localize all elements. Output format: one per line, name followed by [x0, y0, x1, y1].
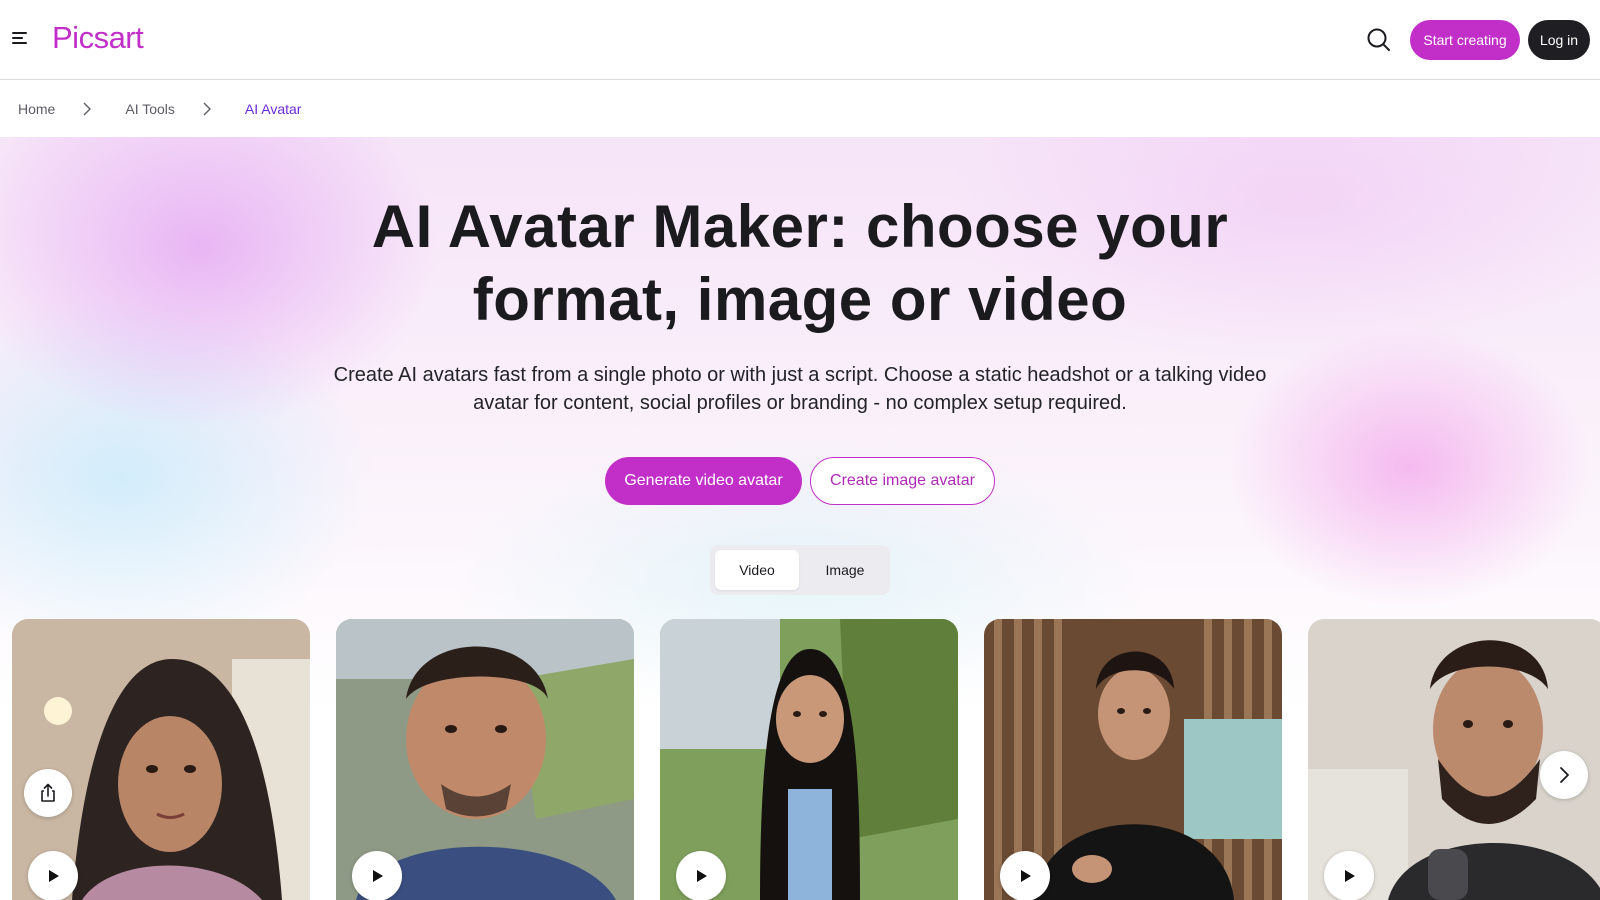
next-arrow-icon	[1560, 767, 1569, 783]
avatar-card[interactable]	[660, 619, 958, 900]
toggle-image[interactable]: Image	[805, 550, 885, 590]
top-header: Picsart Start creating Log in	[0, 0, 1600, 80]
search-icon	[1367, 28, 1390, 51]
play-button[interactable]	[1324, 851, 1374, 900]
page-title-line-2: format, image or video	[472, 266, 1128, 333]
play-button[interactable]	[676, 851, 726, 900]
chevron-right-icon	[83, 102, 92, 116]
generate-video-avatar-button[interactable]: Generate video avatar	[605, 457, 802, 505]
breadcrumb-ai-avatar[interactable]: AI Avatar	[245, 101, 302, 117]
breadcrumb-home[interactable]: Home	[18, 101, 55, 117]
page-subtitle: Create AI avatars fast from a single pho…	[300, 361, 1300, 417]
picsart-logo[interactable]: Picsart	[52, 20, 144, 56]
login-button[interactable]: Log in	[1528, 20, 1590, 60]
play-icon	[1021, 870, 1031, 882]
create-image-avatar-button[interactable]: Create image avatar	[810, 457, 995, 505]
share-button[interactable]	[24, 769, 72, 817]
search-button[interactable]	[1366, 27, 1392, 53]
chevron-right-icon	[203, 102, 211, 116]
format-toggle: Video Image	[710, 545, 890, 595]
start-creating-button[interactable]: Start creating	[1410, 20, 1520, 60]
avatar-card[interactable]	[984, 619, 1282, 900]
carousel-next-button[interactable]	[1540, 751, 1588, 799]
play-button[interactable]	[28, 851, 78, 900]
play-icon	[49, 870, 59, 882]
share-icon	[41, 783, 55, 802]
menu-button[interactable]	[10, 29, 30, 47]
play-button[interactable]	[352, 851, 402, 900]
play-icon	[373, 870, 383, 882]
page-title: AI Avatar Maker: choose your format, ima…	[300, 190, 1300, 336]
toggle-video[interactable]: Video	[715, 550, 799, 590]
play-button[interactable]	[1000, 851, 1050, 900]
page-subtitle-line-1: Create AI avatars fast from a single pho…	[333, 364, 1267, 386]
avatar-card[interactable]	[336, 619, 634, 900]
page-title-line-1: AI Avatar Maker: choose your	[371, 193, 1229, 260]
avatar-card[interactable]	[12, 619, 310, 900]
play-icon	[1345, 870, 1355, 882]
menu-icon	[12, 32, 27, 44]
play-icon	[697, 870, 707, 882]
breadcrumb-ai-tools[interactable]: AI Tools	[125, 101, 175, 117]
page-subtitle-line-2: avatar for content, social profiles or b…	[473, 392, 1127, 414]
breadcrumb: Home AI Tools AI Avatar	[18, 98, 301, 120]
